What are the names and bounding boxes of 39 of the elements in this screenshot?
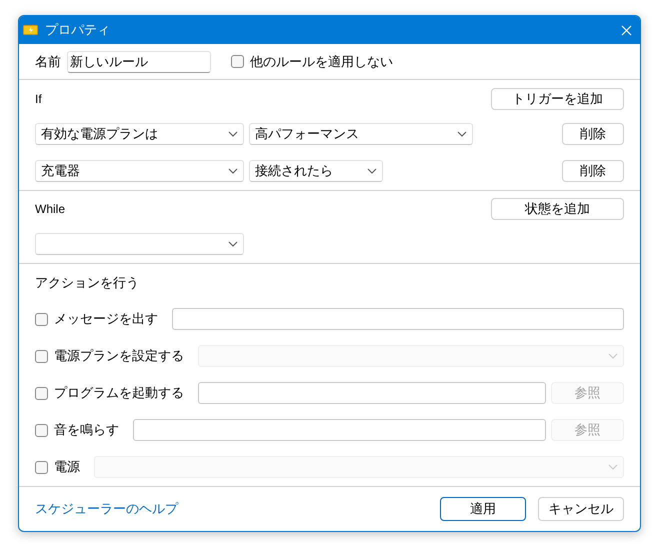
action-label: 電源 <box>54 458 80 476</box>
dropdown[interactable]: 充電器 <box>35 160 244 182</box>
name-label: 名前 <box>35 52 61 71</box>
while-label: While <box>35 201 66 218</box>
text-field[interactable] <box>133 419 546 441</box>
chevron-down-icon <box>228 168 238 174</box>
text-field[interactable] <box>198 382 546 404</box>
checkbox[interactable] <box>35 424 48 436</box>
checkbox-label: 他のルールを適用しない <box>250 52 393 71</box>
action-label: 音を鳴らす <box>54 421 119 440</box>
button[interactable]: 削除 <box>562 160 624 182</box>
help-link[interactable]: スケジューラーのヘルプ <box>35 499 440 519</box>
action-label: 電源プランを設定する <box>54 347 184 366</box>
checkbox[interactable] <box>35 312 48 326</box>
if-label: If <box>35 90 42 108</box>
button[interactable]: 状態を追加 <box>491 198 624 220</box>
chevron-down-icon <box>608 353 618 359</box>
window-title: プロパティ <box>45 21 111 40</box>
battery-icon <box>23 25 39 35</box>
button[interactable]: 削除 <box>562 123 624 145</box>
chevron-down-icon <box>228 131 238 137</box>
button[interactable]: トリガーを追加 <box>491 88 624 110</box>
dropdown[interactable]: 高パフォーマンス <box>249 123 473 145</box>
checkbox[interactable] <box>231 55 244 68</box>
action-label: メッセージを出す <box>54 310 158 328</box>
chevron-down-icon <box>457 131 467 137</box>
checkbox[interactable] <box>35 386 48 400</box>
actions-label: アクションを行う <box>35 274 140 292</box>
button[interactable]: 適用 <box>440 497 526 521</box>
name-field[interactable]: 新しいルール <box>67 50 211 72</box>
dropdown[interactable]: 接続されたら <box>249 160 383 182</box>
chevron-down-icon <box>608 464 618 470</box>
chevron-down-icon <box>367 168 377 174</box>
close-icon[interactable] <box>621 24 632 36</box>
action-label: プログラムを起動する <box>54 384 184 402</box>
button[interactable]: キャンセル <box>538 497 624 521</box>
chevron-down-icon <box>228 241 238 247</box>
dropdown[interactable]: 有効な電源プランは <box>35 123 244 145</box>
text-field[interactable] <box>172 308 624 330</box>
